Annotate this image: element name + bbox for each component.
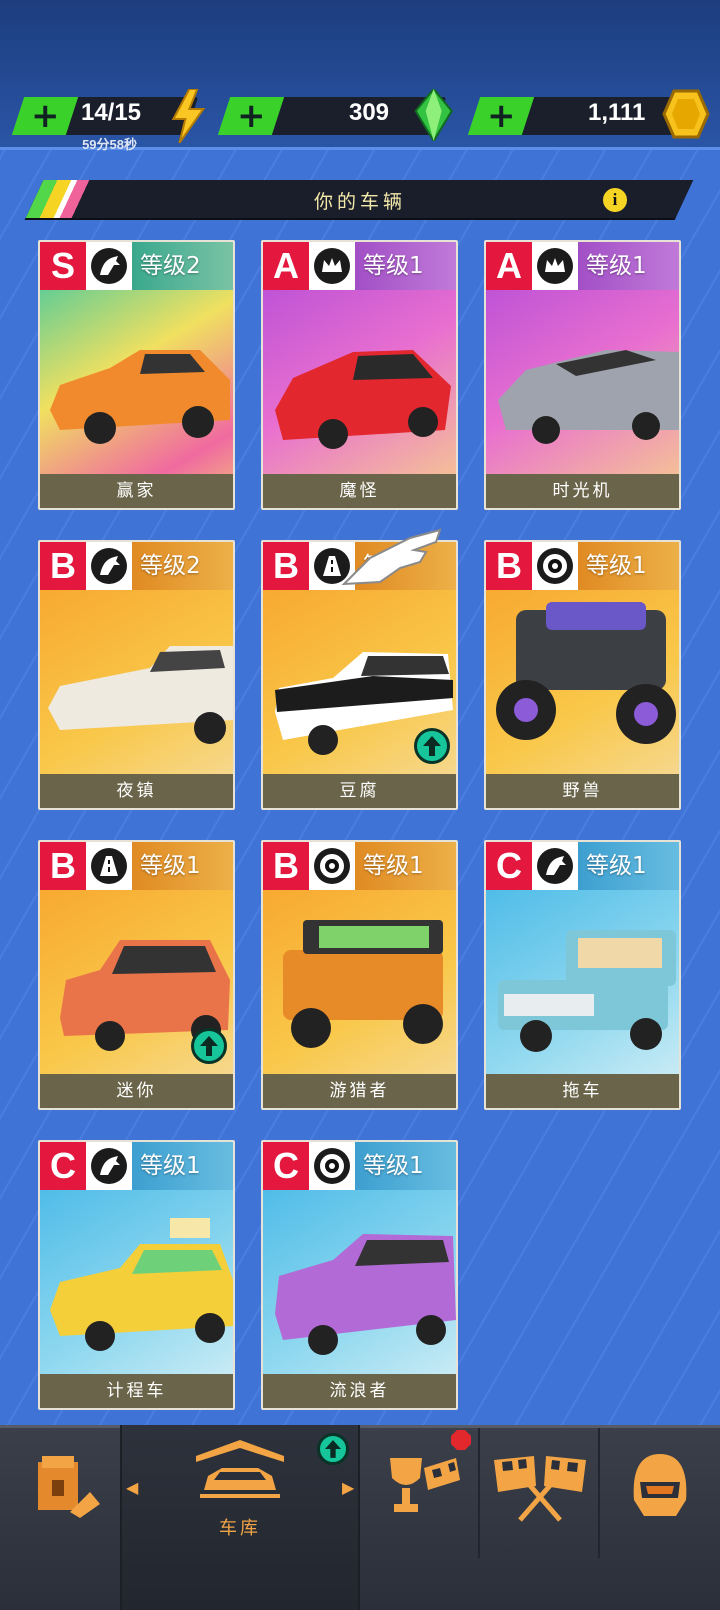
car-card[interactable]: B 等级1 野兽 bbox=[484, 540, 681, 810]
level-label: 等级2 bbox=[132, 242, 233, 290]
coins-counter: + 1,111 bbox=[467, 89, 710, 139]
pointing-hand-icon bbox=[340, 528, 444, 592]
car-card[interactable]: A 等级1 时光机 bbox=[484, 240, 681, 510]
upgrade-available-icon bbox=[191, 1028, 227, 1064]
rank-badge: B bbox=[40, 542, 86, 590]
rank-badge: C bbox=[263, 1142, 309, 1190]
level-label: 等级1 bbox=[355, 842, 456, 890]
upgrade-available-icon bbox=[414, 728, 450, 764]
road-icon bbox=[86, 842, 132, 890]
coins-value: 1,111 bbox=[587, 99, 645, 126]
rank-badge: B bbox=[263, 842, 309, 890]
shop-icon[interactable] bbox=[34, 1452, 104, 1526]
notification-badge bbox=[451, 1430, 471, 1450]
car-card[interactable]: C 等级1 计程车 bbox=[38, 1140, 235, 1410]
level-label: 等级1 bbox=[578, 542, 679, 590]
rank-badge: C bbox=[486, 842, 532, 890]
add-energy-button[interactable]: + bbox=[11, 96, 79, 136]
horse-icon bbox=[86, 1142, 132, 1190]
car-name: 计程车 bbox=[40, 1374, 233, 1408]
rank-badge: S bbox=[40, 242, 86, 290]
car-image bbox=[40, 290, 233, 470]
tire-icon bbox=[309, 842, 355, 890]
car-image bbox=[486, 890, 679, 1070]
chevron-left-icon[interactable]: ◀ bbox=[126, 1478, 138, 1497]
gems-value: 309 bbox=[348, 99, 389, 126]
car-name: 迷你 bbox=[40, 1074, 233, 1108]
rank-badge: C bbox=[40, 1142, 86, 1190]
garage-car-icon bbox=[190, 1436, 290, 1510]
energy-timer: 59分58秒 bbox=[82, 137, 138, 152]
add-coins-button[interactable]: + bbox=[467, 96, 535, 136]
level-label: 等级1 bbox=[132, 1142, 233, 1190]
car-card[interactable]: B 等级1 游猎者 bbox=[261, 840, 458, 1110]
nav-garage-label: 车库 bbox=[219, 1518, 261, 1539]
info-icon[interactable]: i bbox=[601, 186, 629, 214]
nav-divider bbox=[598, 1428, 600, 1558]
chevron-right-icon[interactable]: ▶ bbox=[342, 1478, 354, 1497]
green-gem-icon bbox=[414, 87, 454, 145]
car-name: 拖车 bbox=[486, 1074, 679, 1108]
rank-badge: B bbox=[40, 842, 86, 890]
car-card[interactable]: C 等级1 流浪者 bbox=[261, 1140, 458, 1410]
tire-icon bbox=[309, 1142, 355, 1190]
crown-icon bbox=[309, 242, 355, 290]
car-image bbox=[263, 1190, 456, 1370]
level-label: 等级1 bbox=[578, 242, 679, 290]
level-label: 等级2 bbox=[132, 542, 233, 590]
car-image bbox=[486, 290, 679, 470]
level-label: 等级1 bbox=[578, 842, 679, 890]
gold-coin-icon bbox=[662, 89, 710, 143]
car-card[interactable]: B 等级1 迷你 bbox=[38, 840, 235, 1110]
car-name: 夜镇 bbox=[40, 774, 233, 808]
nav-divider bbox=[478, 1428, 480, 1558]
car-card[interactable]: A 等级1 魔怪 bbox=[261, 240, 458, 510]
rank-badge: A bbox=[263, 242, 309, 290]
car-image bbox=[40, 590, 233, 770]
gems-counter: + 309 bbox=[217, 87, 453, 143]
trophy-flag-icon[interactable] bbox=[384, 1448, 464, 1524]
car-card[interactable]: C 等级1 拖车 bbox=[484, 840, 681, 1110]
level-label: 等级1 bbox=[132, 842, 233, 890]
energy-value: 14/15 bbox=[80, 99, 141, 126]
lightning-icon bbox=[169, 88, 206, 147]
upgrade-available-icon bbox=[317, 1433, 349, 1465]
car-card[interactable]: B 等级2 夜镇 bbox=[38, 540, 235, 810]
tire-icon bbox=[532, 542, 578, 590]
car-name: 游猎者 bbox=[263, 1074, 456, 1108]
car-image bbox=[40, 1190, 233, 1370]
horse-icon bbox=[532, 842, 578, 890]
car-name: 时光机 bbox=[486, 474, 679, 508]
rank-badge: B bbox=[486, 542, 532, 590]
car-name: 魔怪 bbox=[263, 474, 456, 508]
level-label: 等级1 bbox=[355, 1142, 456, 1190]
car-card[interactable]: S 等级2 赢家 bbox=[38, 240, 235, 510]
bottom-navigation bbox=[0, 1425, 720, 1610]
helmet-icon[interactable] bbox=[630, 1450, 690, 1526]
horse-icon bbox=[86, 542, 132, 590]
car-name: 野兽 bbox=[486, 774, 679, 808]
level-label: 等级1 bbox=[355, 242, 456, 290]
car-image bbox=[263, 290, 456, 470]
add-gems-button[interactable]: + bbox=[217, 96, 285, 136]
energy-counter: + 14/15 59分58秒 bbox=[11, 88, 206, 152]
car-name: 流浪者 bbox=[263, 1374, 456, 1408]
checkered-flags-icon[interactable] bbox=[490, 1452, 590, 1526]
car-name: 赢家 bbox=[40, 474, 233, 508]
horse-icon bbox=[86, 242, 132, 290]
car-image bbox=[263, 890, 456, 1070]
crown-icon bbox=[532, 242, 578, 290]
rank-badge: B bbox=[263, 542, 309, 590]
rank-badge: A bbox=[486, 242, 532, 290]
car-name: 豆腐 bbox=[263, 774, 456, 808]
car-image bbox=[486, 590, 679, 770]
